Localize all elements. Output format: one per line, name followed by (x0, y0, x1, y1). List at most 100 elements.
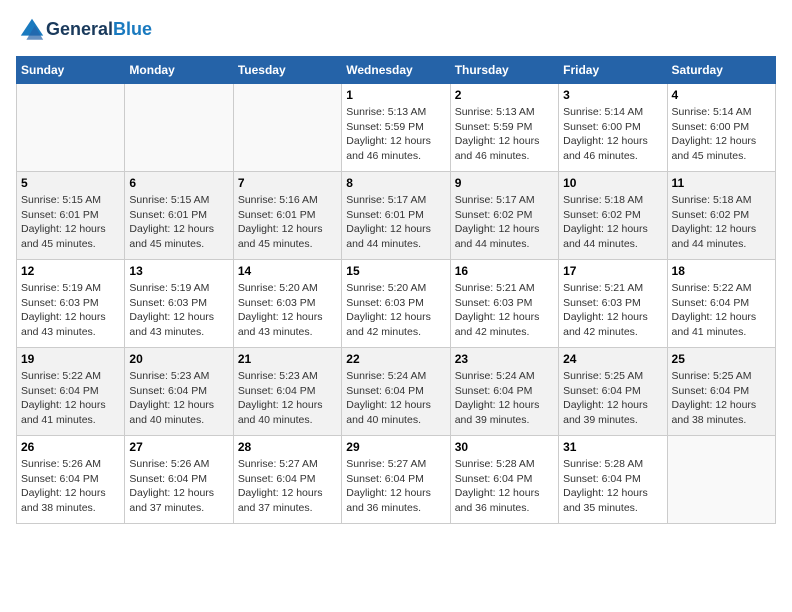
calendar-cell: 18Sunrise: 5:22 AM Sunset: 6:04 PM Dayli… (667, 260, 775, 348)
day-number: 7 (238, 176, 337, 190)
calendar-cell: 17 Sunrise: 5:21 AM Sunset: 6:03 PM Dayli… (559, 260, 667, 348)
day-number: 6 (129, 176, 228, 190)
day-info: Sunrise: 5:16 AM Sunset: 6:01 PM Dayligh… (238, 193, 337, 252)
day-number: 15 (346, 264, 445, 278)
day-number: 4 (672, 88, 771, 102)
day-number: 3 (563, 88, 662, 102)
day-info: Sunrise: 5:26 AM Sunset: 6:04 PM Dayligh… (21, 457, 120, 516)
day-of-week-header: Sunday (17, 57, 125, 84)
day-number: 12 (21, 264, 120, 278)
calendar-cell: 2 Sunrise: 5:13 AM Sunset: 5:59 PM Daylig… (450, 84, 558, 172)
calendar-cell: 26 Sunrise: 5:26 AM Sunset: 6:04 PM Dayli… (17, 436, 125, 524)
calendar-cell (17, 84, 125, 172)
day-info: Sunrise: 5:28 AM Sunset: 6:04 PM Dayligh… (563, 457, 662, 516)
day-info: Sunrise: 5:28 AM Sunset: 6:04 PM Dayligh… (455, 457, 554, 516)
calendar-cell: 24 Sunrise: 5:25 AM Sunset: 6:04 PM Dayli… (559, 348, 667, 436)
day-number: 5 (21, 176, 120, 190)
day-info: Sunrise: 5:14 AM Sunset: 6:00 PM Dayligh… (563, 105, 662, 164)
day-info: Sunrise: 5:18 AM Sunset: 6:02 PM Dayligh… (672, 193, 771, 252)
calendar-cell (125, 84, 233, 172)
calendar-cell: 4 Sunrise: 5:14 AM Sunset: 6:00 PM Daylig… (667, 84, 775, 172)
day-number: 22 (346, 352, 445, 366)
day-info: Sunrise: 5:23 AM Sunset: 6:04 PM Dayligh… (129, 369, 228, 428)
day-number: 28 (238, 440, 337, 454)
day-number: 14 (238, 264, 337, 278)
day-info: Sunrise: 5:22 AM Sunset: 6:04 PM Dayligh… (672, 281, 771, 340)
day-number: 24 (563, 352, 662, 366)
day-info: Sunrise: 5:24 AM Sunset: 6:04 PM Dayligh… (346, 369, 445, 428)
day-of-week-header: Tuesday (233, 57, 341, 84)
day-info: Sunrise: 5:15 AM Sunset: 6:01 PM Dayligh… (129, 193, 228, 252)
day-of-week-header: Monday (125, 57, 233, 84)
calendar-cell: 1 Sunrise: 5:13 AM Sunset: 5:59 PM Daylig… (342, 84, 450, 172)
calendar-cell: 16Sunrise: 5:21 AM Sunset: 6:03 PM Dayli… (450, 260, 558, 348)
day-info: Sunrise: 5:21 AM Sunset: 6:03 PM Dayligh… (563, 281, 662, 340)
day-info: Sunrise: 5:13 AM Sunset: 5:59 PM Dayligh… (346, 105, 445, 164)
calendar-cell: 31 Sunrise: 5:28 AM Sunset: 6:04 PM Dayli… (559, 436, 667, 524)
day-info: Sunrise: 5:27 AM Sunset: 6:04 PM Dayligh… (238, 457, 337, 516)
day-number: 26 (21, 440, 120, 454)
calendar-cell: 30 Sunrise: 5:28 AM Sunset: 6:04 PM Dayli… (450, 436, 558, 524)
day-info: Sunrise: 5:15 AM Sunset: 6:01 PM Dayligh… (21, 193, 120, 252)
calendar-cell: 28 Sunrise: 5:27 AM Sunset: 6:04 PM Dayli… (233, 436, 341, 524)
day-info: Sunrise: 5:20 AM Sunset: 6:03 PM Dayligh… (238, 281, 337, 340)
logo-icon (18, 16, 46, 44)
day-number: 17 (563, 264, 662, 278)
day-number: 9 (455, 176, 554, 190)
day-number: 11 (672, 176, 771, 190)
day-info: Sunrise: 5:26 AM Sunset: 6:04 PM Dayligh… (129, 457, 228, 516)
day-number: 20 (129, 352, 228, 366)
day-number: 30 (455, 440, 554, 454)
calendar-cell: 12 Sunrise: 5:19 AM Sunset: 6:03 PM Dayli… (17, 260, 125, 348)
day-number: 29 (346, 440, 445, 454)
day-info: Sunrise: 5:20 AM Sunset: 6:03 PM Dayligh… (346, 281, 445, 340)
day-number: 8 (346, 176, 445, 190)
day-info: Sunrise: 5:14 AM Sunset: 6:00 PM Dayligh… (672, 105, 771, 164)
calendar-cell: 5 Sunrise: 5:15 AM Sunset: 6:01 PM Daylig… (17, 172, 125, 260)
day-of-week-header: Wednesday (342, 57, 450, 84)
calendar-cell: 14 Sunrise: 5:20 AM Sunset: 6:03 PM Dayli… (233, 260, 341, 348)
day-info: Sunrise: 5:17 AM Sunset: 6:01 PM Dayligh… (346, 193, 445, 252)
calendar-cell: 15 Sunrise: 5:20 AM Sunset: 6:03 PM Dayli… (342, 260, 450, 348)
logo: GeneralBlue (16, 16, 152, 44)
calendar-week-row: 12 Sunrise: 5:19 AM Sunset: 6:03 PM Dayli… (17, 260, 776, 348)
day-info: Sunrise: 5:25 AM Sunset: 6:04 PM Dayligh… (672, 369, 771, 428)
day-of-week-header: Friday (559, 57, 667, 84)
day-number: 27 (129, 440, 228, 454)
day-info: Sunrise: 5:17 AM Sunset: 6:02 PM Dayligh… (455, 193, 554, 252)
day-info: Sunrise: 5:19 AM Sunset: 6:03 PM Dayligh… (129, 281, 228, 340)
calendar-cell: 8 Sunrise: 5:17 AM Sunset: 6:01 PM Daylig… (342, 172, 450, 260)
logo-text: GeneralBlue (46, 20, 152, 40)
day-number: 2 (455, 88, 554, 102)
calendar-week-row: 19Sunrise: 5:22 AM Sunset: 6:04 PM Dayli… (17, 348, 776, 436)
calendar-cell: 11 Sunrise: 5:18 AM Sunset: 6:02 PM Dayli… (667, 172, 775, 260)
day-of-week-header: Saturday (667, 57, 775, 84)
calendar-cell: 27 Sunrise: 5:26 AM Sunset: 6:04 PM Dayli… (125, 436, 233, 524)
day-number: 16 (455, 264, 554, 278)
calendar-cell: 22 Sunrise: 5:24 AM Sunset: 6:04 PM Dayli… (342, 348, 450, 436)
day-number: 13 (129, 264, 228, 278)
calendar-cell (233, 84, 341, 172)
calendar-cell: 6 Sunrise: 5:15 AM Sunset: 6:01 PM Daylig… (125, 172, 233, 260)
calendar-header-row: SundayMondayTuesdayWednesdayThursdayFrid… (17, 57, 776, 84)
day-info: Sunrise: 5:13 AM Sunset: 5:59 PM Dayligh… (455, 105, 554, 164)
page-header: GeneralBlue (16, 16, 776, 44)
day-number: 1 (346, 88, 445, 102)
day-info: Sunrise: 5:25 AM Sunset: 6:04 PM Dayligh… (563, 369, 662, 428)
calendar-week-row: 1 Sunrise: 5:13 AM Sunset: 5:59 PM Daylig… (17, 84, 776, 172)
day-info: Sunrise: 5:24 AM Sunset: 6:04 PM Dayligh… (455, 369, 554, 428)
calendar-cell: 3 Sunrise: 5:14 AM Sunset: 6:00 PM Daylig… (559, 84, 667, 172)
calendar-cell: 21Sunrise: 5:23 AM Sunset: 6:04 PM Dayli… (233, 348, 341, 436)
day-number: 25 (672, 352, 771, 366)
day-number: 10 (563, 176, 662, 190)
calendar-table: SundayMondayTuesdayWednesdayThursdayFrid… (16, 56, 776, 524)
calendar-cell: 20 Sunrise: 5:23 AM Sunset: 6:04 PM Dayli… (125, 348, 233, 436)
calendar-cell (667, 436, 775, 524)
calendar-cell: 13 Sunrise: 5:19 AM Sunset: 6:03 PM Dayli… (125, 260, 233, 348)
calendar-cell: 23Sunrise: 5:24 AM Sunset: 6:04 PM Dayli… (450, 348, 558, 436)
calendar-week-row: 26 Sunrise: 5:26 AM Sunset: 6:04 PM Dayli… (17, 436, 776, 524)
day-info: Sunrise: 5:27 AM Sunset: 6:04 PM Dayligh… (346, 457, 445, 516)
day-number: 31 (563, 440, 662, 454)
day-info: Sunrise: 5:19 AM Sunset: 6:03 PM Dayligh… (21, 281, 120, 340)
day-number: 21 (238, 352, 337, 366)
